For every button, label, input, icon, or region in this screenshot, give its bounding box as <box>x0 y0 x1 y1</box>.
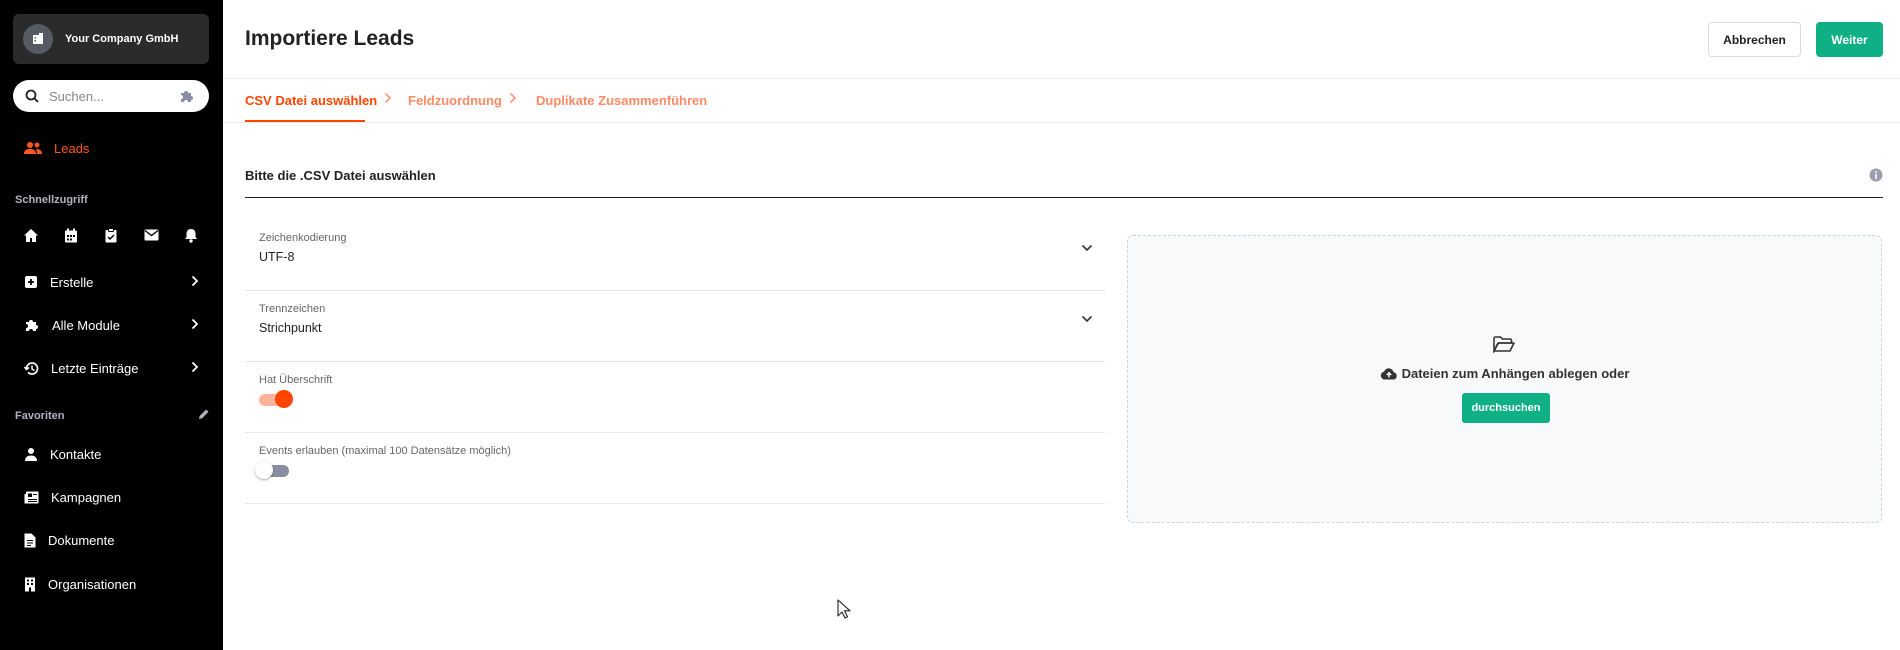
sidebar-item-label: Kampagnen <box>51 489 122 505</box>
history-icon <box>24 361 39 375</box>
section-title: Bitte die .CSV Datei auswählen <box>245 168 436 183</box>
quick-access-bar <box>22 226 200 244</box>
users-icon <box>24 142 42 154</box>
step-merge-duplicates[interactable]: Duplikate Zusammenführen <box>536 93 707 108</box>
bell-icon[interactable] <box>182 226 200 244</box>
wizard-steps: CSV Datei auswählen Feldzuordnung Duplik… <box>223 80 1900 123</box>
separator-label: Trennzeichen <box>259 303 326 315</box>
step-csv-file[interactable]: CSV Datei auswählen <box>245 93 377 108</box>
home-icon[interactable] <box>22 226 40 244</box>
browse-button[interactable]: durchsuchen <box>1462 393 1550 423</box>
sidebar-item-letzte-eintraege[interactable]: Letzte Einträge <box>0 350 223 386</box>
encoding-value: UTF-8 <box>259 250 295 264</box>
cloud-upload-icon <box>1380 368 1397 380</box>
dropzone-text: Dateien zum Anhängen ablegen oder <box>1401 366 1630 381</box>
events-toggle[interactable] <box>255 461 289 479</box>
company-switcher[interactable]: Your Company GmbH <box>13 14 209 64</box>
sidebar-item-dokumente[interactable]: Dokumente <box>0 522 223 558</box>
search-box[interactable]: Suchen... <box>13 80 209 112</box>
encoding-select[interactable]: Zeichenkodierung UTF-8 <box>245 220 1105 291</box>
sidebar-item-label: Dokumente <box>48 532 115 548</box>
has-header-label: Hat Überschrift <box>259 374 333 386</box>
mouse-cursor-icon <box>837 599 851 619</box>
chevron-right-icon <box>191 318 199 330</box>
has-header-toggle[interactable] <box>259 390 293 408</box>
sidebar-item-label: Leads <box>54 140 90 156</box>
page-header: Importiere Leads Abbrechen Weiter <box>223 0 1900 79</box>
search-icon <box>25 89 39 103</box>
chevron-down-icon[interactable] <box>1081 244 1093 252</box>
section-divider <box>245 197 1883 198</box>
plus-square-icon <box>25 276 37 288</box>
company-avatar <box>23 24 53 54</box>
sidebar: Your Company GmbH Suchen... Leads Schnel… <box>0 0 223 650</box>
building-icon <box>33 33 43 44</box>
puzzle-icon <box>26 320 38 331</box>
person-icon <box>25 448 37 461</box>
chevron-right-icon <box>191 361 199 373</box>
separator-value: Strichpunkt <box>259 321 322 335</box>
document-icon <box>24 533 36 547</box>
chevron-right-icon <box>509 92 517 104</box>
sidebar-item-label: Organisationen <box>48 576 137 592</box>
toggle-knob <box>275 390 293 408</box>
cancel-button[interactable]: Abbrechen <box>1708 22 1801 57</box>
quick-access-label: Schnellzugriff <box>15 194 88 206</box>
events-label: Events erlauben (maximal 100 Datensätze … <box>259 445 511 457</box>
dropzone-message: Dateien zum Anhängen ablegen oder <box>1128 366 1881 381</box>
next-button[interactable]: Weiter <box>1816 22 1883 57</box>
step-field-mapping[interactable]: Feldzuordnung <box>408 93 502 108</box>
clipboard-icon[interactable] <box>102 226 120 244</box>
puzzle-icon[interactable] <box>179 89 195 103</box>
info-icon[interactable] <box>1869 168 1883 182</box>
encoding-label: Zeichenkodierung <box>259 232 347 244</box>
file-dropzone[interactable]: Dateien zum Anhängen ablegen oder durchs… <box>1127 235 1882 523</box>
company-name: Your Company GmbH <box>65 33 179 45</box>
folder-open-icon <box>1493 336 1515 353</box>
newspaper-icon <box>24 491 39 503</box>
mail-icon[interactable] <box>142 226 160 244</box>
chevron-down-icon[interactable] <box>1081 315 1093 323</box>
sidebar-item-label: Kontakte <box>50 446 102 462</box>
sidebar-item-kampagnen[interactable]: Kampagnen <box>0 479 223 515</box>
chevron-right-icon <box>384 92 392 104</box>
calendar-icon[interactable] <box>62 226 80 244</box>
has-header-field: Hat Überschrift <box>245 362 1105 433</box>
sidebar-item-erstelle[interactable]: Erstelle <box>0 264 223 300</box>
sidebar-item-organisationen[interactable]: Organisationen <box>0 566 223 602</box>
page-title: Importiere Leads <box>245 27 415 50</box>
building-icon <box>25 577 35 591</box>
events-field: Events erlauben (maximal 100 Datensätze … <box>245 433 1105 504</box>
chevron-right-icon <box>191 275 199 287</box>
sidebar-item-alle-module[interactable]: Alle Module <box>0 307 223 343</box>
pencil-icon[interactable] <box>198 408 210 420</box>
active-step-indicator <box>245 120 365 122</box>
sidebar-item-leads[interactable]: Leads <box>0 130 223 166</box>
sidebar-item-kontakte[interactable]: Kontakte <box>0 436 223 472</box>
favorites-label: Favoriten <box>15 410 65 422</box>
toggle-knob <box>255 461 273 479</box>
search-input[interactable]: Suchen... <box>49 89 179 104</box>
separator-select[interactable]: Trennzeichen Strichpunkt <box>245 291 1105 362</box>
